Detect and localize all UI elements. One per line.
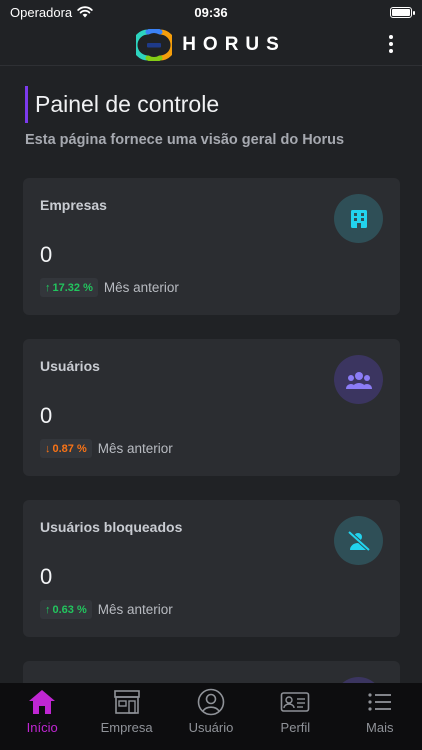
- arrow-up-icon: ↑: [45, 281, 51, 294]
- home-icon: [28, 687, 56, 717]
- trend-value: 17.32 %: [52, 281, 93, 294]
- tab-label: Usuário: [188, 720, 234, 735]
- trend-text: Mês anterior: [103, 280, 179, 295]
- page-subtitle: Esta página fornece uma visão geral do H…: [25, 132, 345, 148]
- users-icon: [334, 355, 383, 404]
- list-icon: [367, 687, 393, 717]
- card-label: Usuários bloqueados: [40, 519, 183, 535]
- blocked-user-icon: [334, 516, 383, 565]
- id-card-icon: [280, 687, 310, 717]
- tab-label: Início: [26, 720, 58, 735]
- tab-usuario[interactable]: Usuário: [169, 687, 253, 735]
- trend-badge: ↑ 0.63 %: [40, 600, 92, 619]
- card-value: 0: [40, 564, 53, 589]
- trend-row: ↑ 0.63 % Mês anterior: [40, 600, 173, 619]
- brand-name: HORUS: [182, 33, 286, 55]
- trend-text: Mês anterior: [97, 441, 173, 456]
- wifi-icon: [77, 6, 93, 18]
- card-label: Empresas: [40, 197, 107, 213]
- status-left: Operadora: [10, 5, 93, 20]
- trend-value: 0.63 %: [52, 603, 87, 616]
- trend-badge: ↓ 0.87 %: [40, 439, 92, 458]
- card-value: 0: [40, 403, 53, 428]
- tab-mais[interactable]: Mais: [338, 687, 422, 735]
- carrier-label: Operadora: [10, 4, 73, 20]
- arrow-down-icon: ↓: [45, 442, 51, 455]
- tab-bar: Início Empresa Usuário Perfil Mais: [0, 683, 422, 750]
- more-options-icon[interactable]: [382, 33, 400, 55]
- tab-label: Mais: [366, 720, 394, 735]
- status-bar: Operadora 09:36: [0, 0, 422, 24]
- user-circle-icon: [197, 687, 225, 717]
- battery-icon: [390, 6, 415, 18]
- tab-label: Empresa: [100, 720, 153, 735]
- arrow-up-icon: ↑: [45, 603, 51, 616]
- trend-row: ↑ 17.32 % Mês anterior: [40, 278, 179, 297]
- brand-logo: HORUS: [136, 28, 286, 61]
- trend-badge: ↑ 17.32 %: [40, 278, 98, 297]
- card-value: 0: [40, 242, 53, 267]
- horus-logo-icon: [136, 28, 173, 61]
- building-icon: [334, 194, 383, 243]
- app-header: HORUS: [0, 24, 422, 66]
- trend-text: Mês anterior: [97, 602, 173, 617]
- page-title-wrap: Painel de controle: [25, 86, 219, 123]
- trend-row: ↓ 0.87 % Mês anterior: [40, 439, 173, 458]
- tab-empresa[interactable]: Empresa: [85, 687, 169, 735]
- page-title: Painel de controle: [35, 91, 220, 117]
- stat-card-usuarios[interactable]: Usuários 0 ↓ 0.87 % Mês anterior: [23, 339, 400, 476]
- card-label: Usuários: [40, 358, 100, 374]
- trend-value: 0.87 %: [52, 442, 87, 455]
- page-heading: Painel de controle: [25, 86, 219, 123]
- tab-label: Perfil: [280, 720, 311, 735]
- tab-inicio[interactable]: Início: [0, 687, 84, 735]
- stat-card-empresas[interactable]: Empresas 0 ↑ 17.32 % Mês anterior: [23, 178, 400, 315]
- stat-card-usuarios-bloqueados[interactable]: Usuários bloqueados 0 ↑ 0.63 % Mês anter…: [23, 500, 400, 637]
- store-icon: [113, 687, 141, 717]
- tab-perfil[interactable]: Perfil: [253, 687, 337, 735]
